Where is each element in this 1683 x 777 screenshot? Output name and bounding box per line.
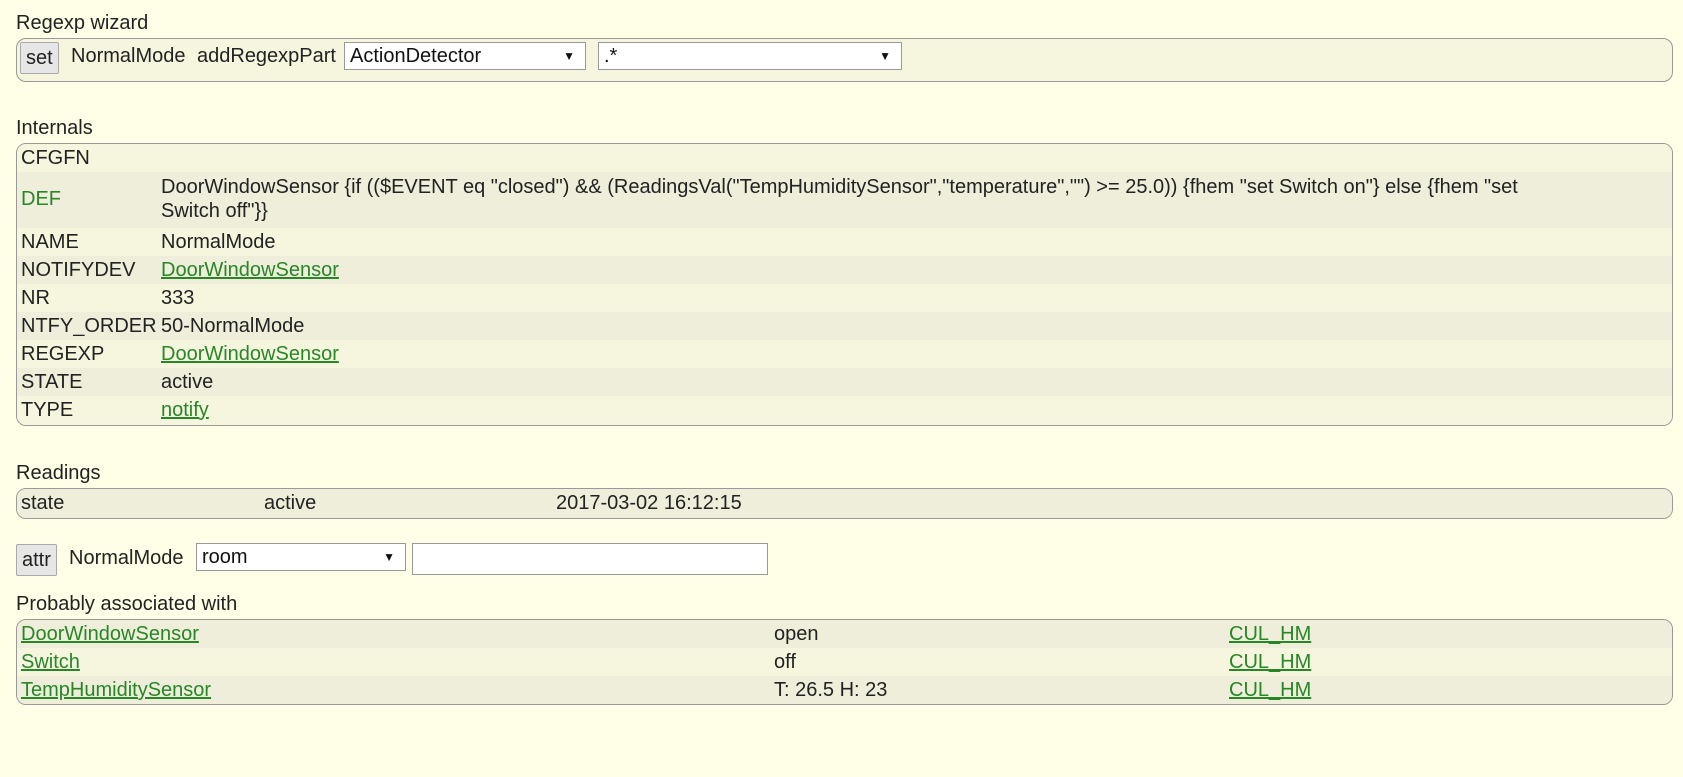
type-link[interactable]: notify	[161, 399, 209, 421]
internals-value-cell: DoorWindowSensor	[157, 341, 339, 367]
attr-name-select-value: room	[202, 546, 248, 568]
internals-key: CFGFN	[21, 147, 90, 169]
readings-row: state active 2017-03-02 16:12:15	[17, 489, 1672, 518]
reading-name: state	[21, 492, 65, 514]
readings-table: state active 2017-03-02 16:12:15	[16, 488, 1673, 519]
internals-key: STATE	[21, 371, 83, 393]
internals-value-cell: notify	[157, 397, 209, 423]
associated-type-link[interactable]: CUL_HM	[1229, 651, 1311, 673]
regexp-wizard-panel: set NormalMode addRegexpPart ActionDetec…	[16, 38, 1673, 82]
wizard-command-label: addRegexpPart	[197, 45, 336, 67]
internals-value: 50-NormalMode	[161, 315, 305, 337]
associated-type-link[interactable]: CUL_HM	[1229, 623, 1311, 645]
associated-type-cell: CUL_HM	[1225, 677, 1311, 703]
associated-row: DoorWindowSensor open CUL_HM	[17, 620, 1672, 648]
reading-timestamp: 2017-03-02 16:12:15	[556, 492, 742, 514]
associated-name-cell: DoorWindowSensor	[17, 621, 199, 647]
associated-state: T: 26.5 H: 23	[774, 679, 888, 701]
internals-row-nr: NR 333	[17, 284, 1672, 312]
internals-key: REGEXP	[21, 343, 105, 365]
internals-row-cfgfn: CFGFN	[17, 144, 1672, 172]
internals-value: active	[161, 371, 214, 393]
chevron-down-icon: ▼	[563, 49, 575, 63]
internals-row-ntfy-order: NTFY_ORDER 50-NormalMode	[17, 312, 1672, 340]
internals-key: NTFY_ORDER	[21, 315, 157, 337]
internals-row-name: NAME NormalMode	[17, 228, 1672, 256]
regexp-pattern-select[interactable]: .* ▼	[598, 42, 902, 70]
associated-title: Probably associated with	[16, 593, 238, 615]
set-button[interactable]: set	[20, 42, 59, 74]
associated-device-link[interactable]: DoorWindowSensor	[21, 623, 199, 645]
associated-device-link[interactable]: Switch	[21, 651, 80, 673]
internals-value-cell: DoorWindowSensor	[157, 257, 339, 283]
associated-state: off	[774, 651, 796, 673]
regexp-pattern-select-value: .*	[604, 45, 618, 67]
associated-row: Switch off CUL_HM	[17, 648, 1672, 676]
associated-type-cell: CUL_HM	[1225, 649, 1311, 675]
chevron-down-icon: ▼	[383, 550, 395, 564]
attr-device-name: NormalMode	[69, 547, 184, 569]
attr-button[interactable]: attr	[16, 544, 57, 576]
associated-name-cell: Switch	[17, 649, 80, 675]
internals-value: NormalMode	[161, 231, 276, 253]
attr-name-select[interactable]: room ▼	[196, 543, 406, 571]
regexp-wizard-title: Regexp wizard	[16, 12, 149, 34]
associated-type-cell: CUL_HM	[1225, 621, 1311, 647]
chevron-down-icon: ▼	[879, 49, 891, 63]
internals-key: NAME	[21, 231, 79, 253]
associated-row: TempHumiditySensor T: 26.5 H: 23 CUL_HM	[17, 676, 1672, 704]
internals-value: 333	[161, 287, 195, 309]
readings-title: Readings	[16, 462, 101, 484]
attr-value-input[interactable]	[412, 543, 768, 575]
internals-key: TYPE	[21, 399, 74, 421]
associated-table: DoorWindowSensor open CUL_HM Switch off …	[16, 619, 1673, 705]
internals-title: Internals	[16, 117, 93, 139]
internals-key-def-link[interactable]: DEF	[17, 186, 61, 212]
action-detector-select[interactable]: ActionDetector ▼	[344, 42, 586, 70]
internals-value-def: DoorWindowSensor {if (($EVENT eq "closed…	[161, 176, 1518, 222]
associated-state: open	[774, 623, 819, 645]
internals-row-state: STATE active	[17, 368, 1672, 396]
internals-key: NOTIFYDEV	[21, 259, 136, 281]
associated-type-link[interactable]: CUL_HM	[1229, 679, 1311, 701]
internals-row-type: TYPE notify	[17, 396, 1672, 425]
action-detector-select-value: ActionDetector	[350, 45, 482, 67]
notifydev-link[interactable]: DoorWindowSensor	[161, 259, 339, 281]
internals-key: NR	[21, 287, 50, 309]
internals-row-def: DEF DoorWindowSensor {if (($EVENT eq "cl…	[17, 172, 1672, 228]
regexp-link[interactable]: DoorWindowSensor	[161, 343, 339, 365]
wizard-device-name: NormalMode	[71, 45, 186, 67]
internals-row-regexp: REGEXP DoorWindowSensor	[17, 340, 1672, 368]
internals-row-notifydev: NOTIFYDEV DoorWindowSensor	[17, 256, 1672, 284]
internals-table: CFGFN DEF DoorWindowSensor {if (($EVENT …	[16, 143, 1673, 426]
reading-value: active	[264, 492, 317, 514]
associated-device-link[interactable]: TempHumiditySensor	[21, 679, 211, 701]
associated-name-cell: TempHumiditySensor	[17, 677, 211, 703]
